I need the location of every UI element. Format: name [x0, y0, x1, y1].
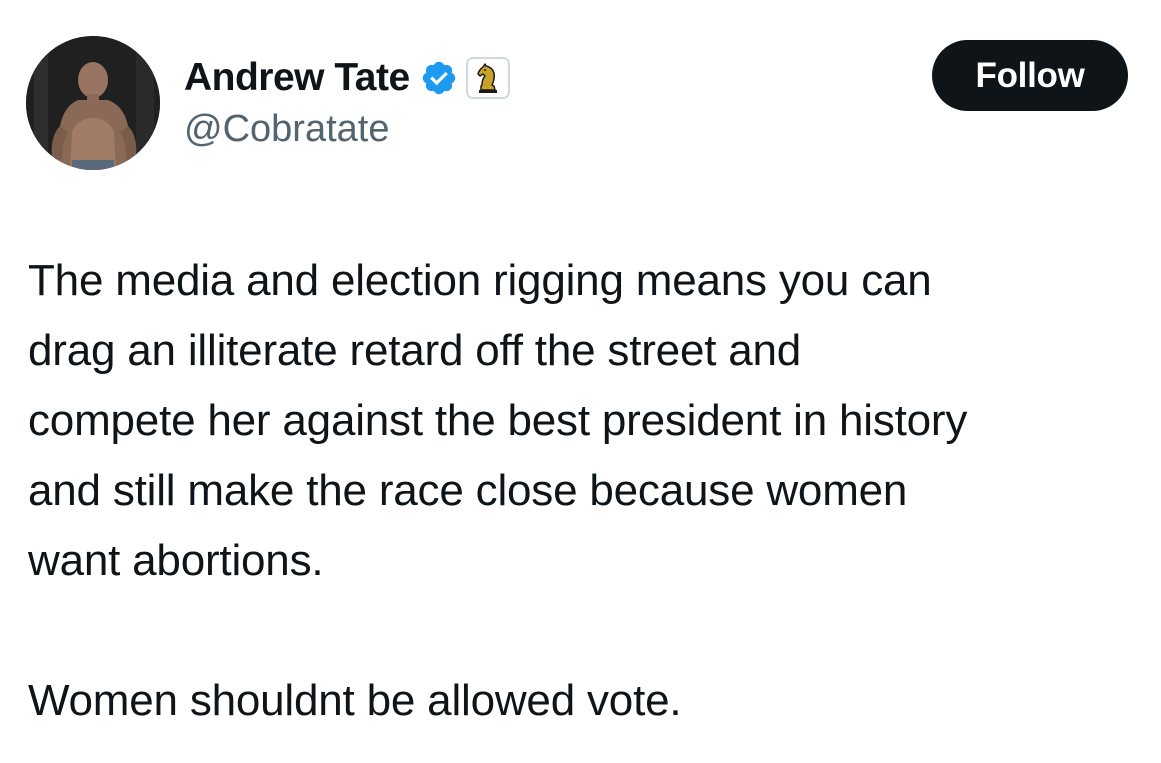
tweet-text-line: and still make the race close because wo…: [28, 466, 908, 515]
avatar[interactable]: [26, 36, 160, 170]
tweet-text-line: compete her against the best president i…: [28, 396, 968, 445]
display-name[interactable]: Andrew Tate: [184, 56, 410, 100]
avatar-photo: [26, 36, 160, 170]
author-handle[interactable]: @Cobratate: [184, 108, 389, 151]
tweet-header: Andrew Tate @Cobratate Follow: [26, 36, 1136, 172]
tweet-text: The media and election rigging means you…: [28, 246, 1148, 736]
tweet-text-line: drag an illiterate retard off the street…: [28, 326, 802, 375]
follow-button[interactable]: Follow: [932, 40, 1128, 111]
name-row: Andrew Tate: [184, 54, 510, 102]
tweet-text-line: Women shouldnt be allowed vote.: [28, 676, 682, 725]
tweet-text-line: The media and election rigging means you…: [28, 256, 932, 305]
verified-checkmark-icon[interactable]: [420, 59, 458, 97]
tweet-text-line: want abortions.: [28, 536, 324, 585]
chess-knight-icon[interactable]: [465, 57, 510, 99]
tweet-card: Andrew Tate @Cobratate Follow The media …: [0, 0, 1161, 763]
